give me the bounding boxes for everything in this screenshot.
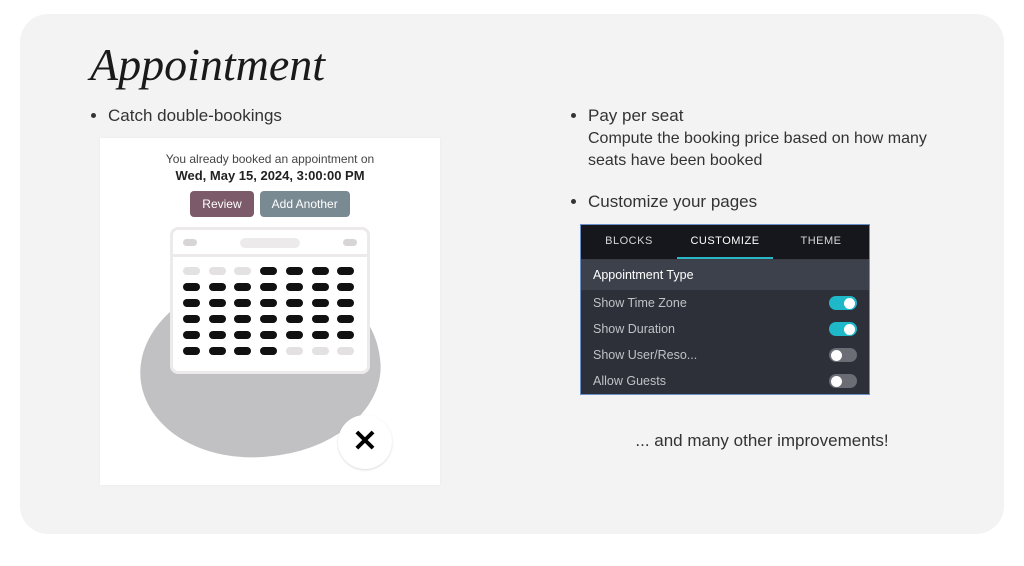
booking-date: Wed, May 15, 2024, 3:00:00 PM: [112, 168, 428, 183]
calendar-day: [234, 331, 251, 339]
calendar-day: [337, 347, 354, 355]
right-bullets: Pay per seat Compute the booking price ba…: [560, 105, 964, 214]
calendar-day: [209, 267, 226, 275]
panel-row-label: Allow Guests: [593, 374, 666, 388]
calendar-day: [234, 299, 251, 307]
bullet-label: Pay per seat: [588, 106, 683, 125]
booking-buttons: Review Add Another: [112, 191, 428, 217]
panel-row-label: Show User/Reso...: [593, 348, 697, 362]
right-column: Pay per seat Compute the booking price ba…: [560, 99, 964, 485]
review-button[interactable]: Review: [190, 191, 253, 217]
panel-tab-theme[interactable]: THEME: [773, 225, 869, 259]
calendar-day: [312, 331, 329, 339]
calendar-day: [260, 283, 277, 291]
toggle-show-user-reso-[interactable]: [829, 348, 857, 362]
calendar-ring-right: [343, 239, 357, 246]
calendar-day: [183, 283, 200, 291]
calendar-day: [260, 299, 277, 307]
calendar-day: [286, 299, 303, 307]
calendar-illustration: ✕: [130, 227, 410, 467]
booking-card: You already booked an appointment on Wed…: [100, 138, 440, 485]
bullet-desc: Compute the booking price based on how m…: [588, 128, 964, 171]
booking-message: You already booked an appointment on: [112, 152, 428, 166]
calendar-day: [337, 315, 354, 323]
panel-row: Show Time Zone: [581, 290, 869, 316]
calendar-day: [337, 331, 354, 339]
left-bullets: Catch double-bookings: [80, 105, 520, 128]
calendar-day: [260, 267, 277, 275]
panel-rows: Show Time Zone Show Duration Show User/Res…: [581, 290, 869, 394]
panel-header: Appointment Type: [581, 260, 869, 290]
panel-row: Allow Guests: [581, 368, 869, 394]
add-another-button[interactable]: Add Another: [260, 191, 350, 217]
bullet-item: Pay per seat Compute the booking price ba…: [588, 105, 964, 171]
calendar-month-pill: [240, 238, 300, 248]
calendar-grid: [173, 257, 367, 361]
calendar-day: [209, 331, 226, 339]
calendar-day: [260, 347, 277, 355]
calendar-day: [209, 347, 226, 355]
calendar-day: [183, 267, 200, 275]
calendar-day: [209, 283, 226, 291]
calendar-ring-left: [183, 239, 197, 246]
panel-row: Show User/Reso...: [581, 342, 869, 368]
calendar-day: [286, 331, 303, 339]
panel-tab-customize[interactable]: CUSTOMIZE: [677, 225, 773, 259]
calendar-day: [234, 267, 251, 275]
columns: Catch double-bookings You already booked…: [80, 99, 964, 485]
footer-text: ... and many other improvements!: [560, 431, 964, 451]
calendar-day: [286, 283, 303, 291]
calendar-day: [183, 331, 200, 339]
toggle-show-duration[interactable]: [829, 322, 857, 336]
calendar-day: [234, 283, 251, 291]
panel-row: Show Duration: [581, 316, 869, 342]
calendar-day: [209, 315, 226, 323]
bullet-label: Customize your pages: [588, 192, 757, 211]
customize-panel: BLOCKSCUSTOMIZETHEME Appointment Type Sh…: [580, 224, 870, 395]
calendar-day: [312, 267, 329, 275]
calendar-day: [209, 299, 226, 307]
calendar-day: [337, 267, 354, 275]
calendar-day: [183, 299, 200, 307]
left-column: Catch double-bookings You already booked…: [80, 99, 520, 485]
calendar-day: [286, 347, 303, 355]
page-title: Appointment: [90, 38, 964, 91]
calendar-day: [234, 347, 251, 355]
calendar-day: [286, 315, 303, 323]
calendar-day: [234, 315, 251, 323]
calendar-day: [183, 347, 200, 355]
toggle-show-time-zone[interactable]: [829, 296, 857, 310]
calendar-day: [337, 283, 354, 291]
panel-row-label: Show Time Zone: [593, 296, 687, 310]
calendar-day: [312, 315, 329, 323]
bullet-item: Customize your pages: [588, 191, 964, 214]
x-circle: ✕: [338, 415, 392, 469]
calendar-day: [337, 299, 354, 307]
x-icon: ✕: [352, 427, 377, 457]
panel-tab-blocks[interactable]: BLOCKS: [581, 225, 677, 259]
calendar-header: [173, 230, 367, 257]
calendar-icon: [170, 227, 370, 374]
slide-container: Appointment Catch double-bookings You al…: [20, 14, 1004, 534]
panel-tabs: BLOCKSCUSTOMIZETHEME: [581, 225, 869, 260]
calendar-day: [312, 347, 329, 355]
panel-row-label: Show Duration: [593, 322, 675, 336]
calendar-day: [286, 267, 303, 275]
bullet-catch-double-bookings: Catch double-bookings: [108, 105, 520, 128]
calendar-day: [260, 315, 277, 323]
toggle-allow-guests[interactable]: [829, 374, 857, 388]
calendar-day: [312, 283, 329, 291]
calendar-day: [260, 331, 277, 339]
calendar-day: [312, 299, 329, 307]
calendar-day: [183, 315, 200, 323]
